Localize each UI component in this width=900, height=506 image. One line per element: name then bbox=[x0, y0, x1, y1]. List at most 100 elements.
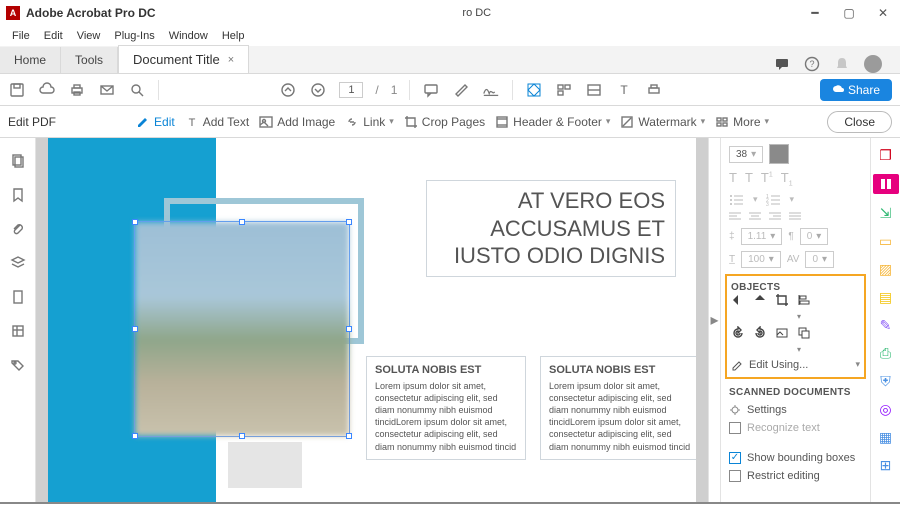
save-icon[interactable] bbox=[8, 81, 26, 99]
maximize-button[interactable]: ▢ bbox=[832, 0, 866, 26]
avatar[interactable] bbox=[864, 55, 882, 73]
color-swatch[interactable] bbox=[769, 144, 789, 164]
restrict-row[interactable]: Restrict editing bbox=[729, 470, 862, 482]
redact-icon[interactable] bbox=[585, 81, 603, 99]
number-list-icon[interactable]: 123 bbox=[766, 194, 782, 206]
menu-view[interactable]: View bbox=[71, 28, 107, 44]
document-page[interactable]: AT VERO EOS ACCUSAMUS ET IUSTO ODIO DIGN… bbox=[48, 138, 696, 502]
recognize-checkbox[interactable] bbox=[729, 422, 741, 434]
kerning-select[interactable]: 0▾ bbox=[805, 251, 834, 268]
cloud-icon[interactable] bbox=[38, 81, 56, 99]
page-down-icon[interactable] bbox=[309, 81, 327, 99]
text-tool-icon[interactable]: T bbox=[615, 81, 633, 99]
text-column-1[interactable]: SOLUTA NOBIS EST Lorem ipsum dolor sit a… bbox=[366, 356, 526, 460]
crop-object-icon[interactable] bbox=[775, 293, 789, 322]
align-justify-icon[interactable] bbox=[789, 212, 801, 222]
recognize-text-row[interactable]: Recognize text bbox=[729, 422, 862, 434]
resize-handle-s[interactable] bbox=[239, 433, 245, 439]
resize-handle-n[interactable] bbox=[239, 219, 245, 225]
menu-window[interactable]: Window bbox=[163, 28, 214, 44]
share-button[interactable]: Share bbox=[820, 79, 892, 101]
arrange-icon[interactable]: ▾ bbox=[797, 326, 811, 355]
tab-home[interactable]: Home bbox=[0, 47, 61, 73]
tool-export-icon[interactable]: ⇲ bbox=[877, 204, 895, 222]
tool-scan-icon[interactable]: ◎ bbox=[877, 400, 895, 418]
zoom-icon[interactable] bbox=[128, 81, 146, 99]
close-window-button[interactable]: ✕ bbox=[866, 0, 900, 26]
rotate-ccw-icon[interactable] bbox=[731, 326, 745, 355]
mail-icon[interactable] bbox=[98, 81, 116, 99]
tags-icon[interactable] bbox=[9, 356, 27, 374]
resize-handle-se[interactable] bbox=[346, 433, 352, 439]
tool-more-icon[interactable]: ▦ bbox=[877, 428, 895, 446]
highlight-icon[interactable] bbox=[452, 81, 470, 99]
align-center-icon[interactable] bbox=[749, 212, 761, 222]
tool-protect-icon[interactable]: ⛨ bbox=[877, 372, 895, 390]
paragraph-spacing-select[interactable]: 0▾ bbox=[800, 228, 829, 245]
flip-horizontal-icon[interactable] bbox=[753, 293, 767, 322]
rotate-cw-icon[interactable] bbox=[753, 326, 767, 355]
restrict-checkbox[interactable] bbox=[729, 470, 741, 482]
resize-handle-nw[interactable] bbox=[132, 219, 138, 225]
tool-comment-icon[interactable]: ▭ bbox=[877, 232, 895, 250]
close-panel-button[interactable]: Close bbox=[827, 111, 892, 133]
show-bbox-row[interactable]: ✓ Show bounding boxes bbox=[729, 452, 862, 464]
show-bbox-checkbox[interactable]: ✓ bbox=[729, 452, 741, 464]
align-right-icon[interactable] bbox=[769, 212, 781, 222]
header-footer-button[interactable]: Header & Footer bbox=[495, 115, 610, 129]
add-image-button[interactable]: Add Image bbox=[259, 115, 335, 129]
tab-tools[interactable]: Tools bbox=[61, 47, 118, 73]
menu-file[interactable]: File bbox=[6, 28, 36, 44]
menu-plugins[interactable]: Plug-Ins bbox=[108, 28, 160, 44]
more-button[interactable]: More bbox=[715, 115, 769, 129]
bold-icon[interactable]: T bbox=[745, 170, 753, 188]
menu-help[interactable]: Help bbox=[216, 28, 251, 44]
layers-icon[interactable] bbox=[9, 254, 27, 272]
panel-collapse-icon[interactable]: ▸ bbox=[708, 138, 720, 502]
edit-button[interactable]: Edit bbox=[136, 115, 175, 129]
settings-button[interactable]: Settings bbox=[729, 404, 862, 416]
page-icon[interactable] bbox=[9, 288, 27, 306]
watermark-button[interactable]: Watermark bbox=[620, 115, 705, 129]
print2-icon[interactable] bbox=[645, 81, 663, 99]
bookmarks-icon[interactable] bbox=[9, 186, 27, 204]
tool-a-icon[interactable] bbox=[525, 81, 543, 99]
resize-handle-w[interactable] bbox=[132, 326, 138, 332]
replace-image-icon[interactable] bbox=[775, 326, 789, 355]
chat-icon[interactable] bbox=[774, 56, 790, 72]
selected-image[interactable] bbox=[134, 221, 350, 437]
tool-note-icon[interactable]: ▤ bbox=[877, 288, 895, 306]
crop-button[interactable]: Crop Pages bbox=[404, 115, 485, 129]
print-icon[interactable] bbox=[68, 81, 86, 99]
resize-handle-ne[interactable] bbox=[346, 219, 352, 225]
bullet-list-icon[interactable] bbox=[729, 194, 745, 206]
thumbnails-icon[interactable] bbox=[9, 152, 27, 170]
sign-icon[interactable] bbox=[482, 81, 500, 99]
tool-sign-icon[interactable]: ✎ bbox=[877, 316, 895, 334]
right-scroll-gutter[interactable] bbox=[696, 138, 708, 502]
menu-edit[interactable]: Edit bbox=[38, 28, 69, 44]
regular-icon[interactable]: T bbox=[729, 170, 737, 188]
bell-icon[interactable] bbox=[834, 56, 850, 72]
edit-using-button[interactable]: Edit Using... ▾ bbox=[731, 359, 860, 371]
headline-text[interactable]: AT VERO EOS ACCUSAMUS ET IUSTO ODIO DIGN… bbox=[426, 180, 676, 277]
organize-icon[interactable] bbox=[555, 81, 573, 99]
attachments-icon[interactable] bbox=[9, 220, 27, 238]
tab-close-icon[interactable]: × bbox=[228, 54, 234, 66]
align-objects-icon[interactable]: ▾ bbox=[797, 293, 811, 322]
align-left-icon[interactable] bbox=[729, 212, 741, 222]
tool-create-icon[interactable]: ❐ bbox=[877, 146, 895, 164]
tab-document[interactable]: Document Title × bbox=[118, 45, 249, 73]
help-icon[interactable]: ? bbox=[804, 56, 820, 72]
tool-print-icon[interactable]: ⎙ bbox=[877, 344, 895, 362]
superscript-icon[interactable]: T1 bbox=[761, 170, 773, 188]
text-column-2[interactable]: SOLUTA NOBIS EST Lorem ipsum dolor sit a… bbox=[540, 356, 696, 460]
minimize-button[interactable]: ━ bbox=[798, 0, 832, 26]
tool-organize-icon[interactable]: ▨ bbox=[877, 260, 895, 278]
resize-handle-sw[interactable] bbox=[132, 433, 138, 439]
tool-edit-icon[interactable] bbox=[873, 174, 899, 194]
resize-handle-e[interactable] bbox=[346, 326, 352, 332]
standards-icon[interactable] bbox=[9, 322, 27, 340]
page-number-input[interactable] bbox=[339, 82, 363, 98]
line-height-select[interactable]: 1.11▾ bbox=[741, 228, 783, 245]
